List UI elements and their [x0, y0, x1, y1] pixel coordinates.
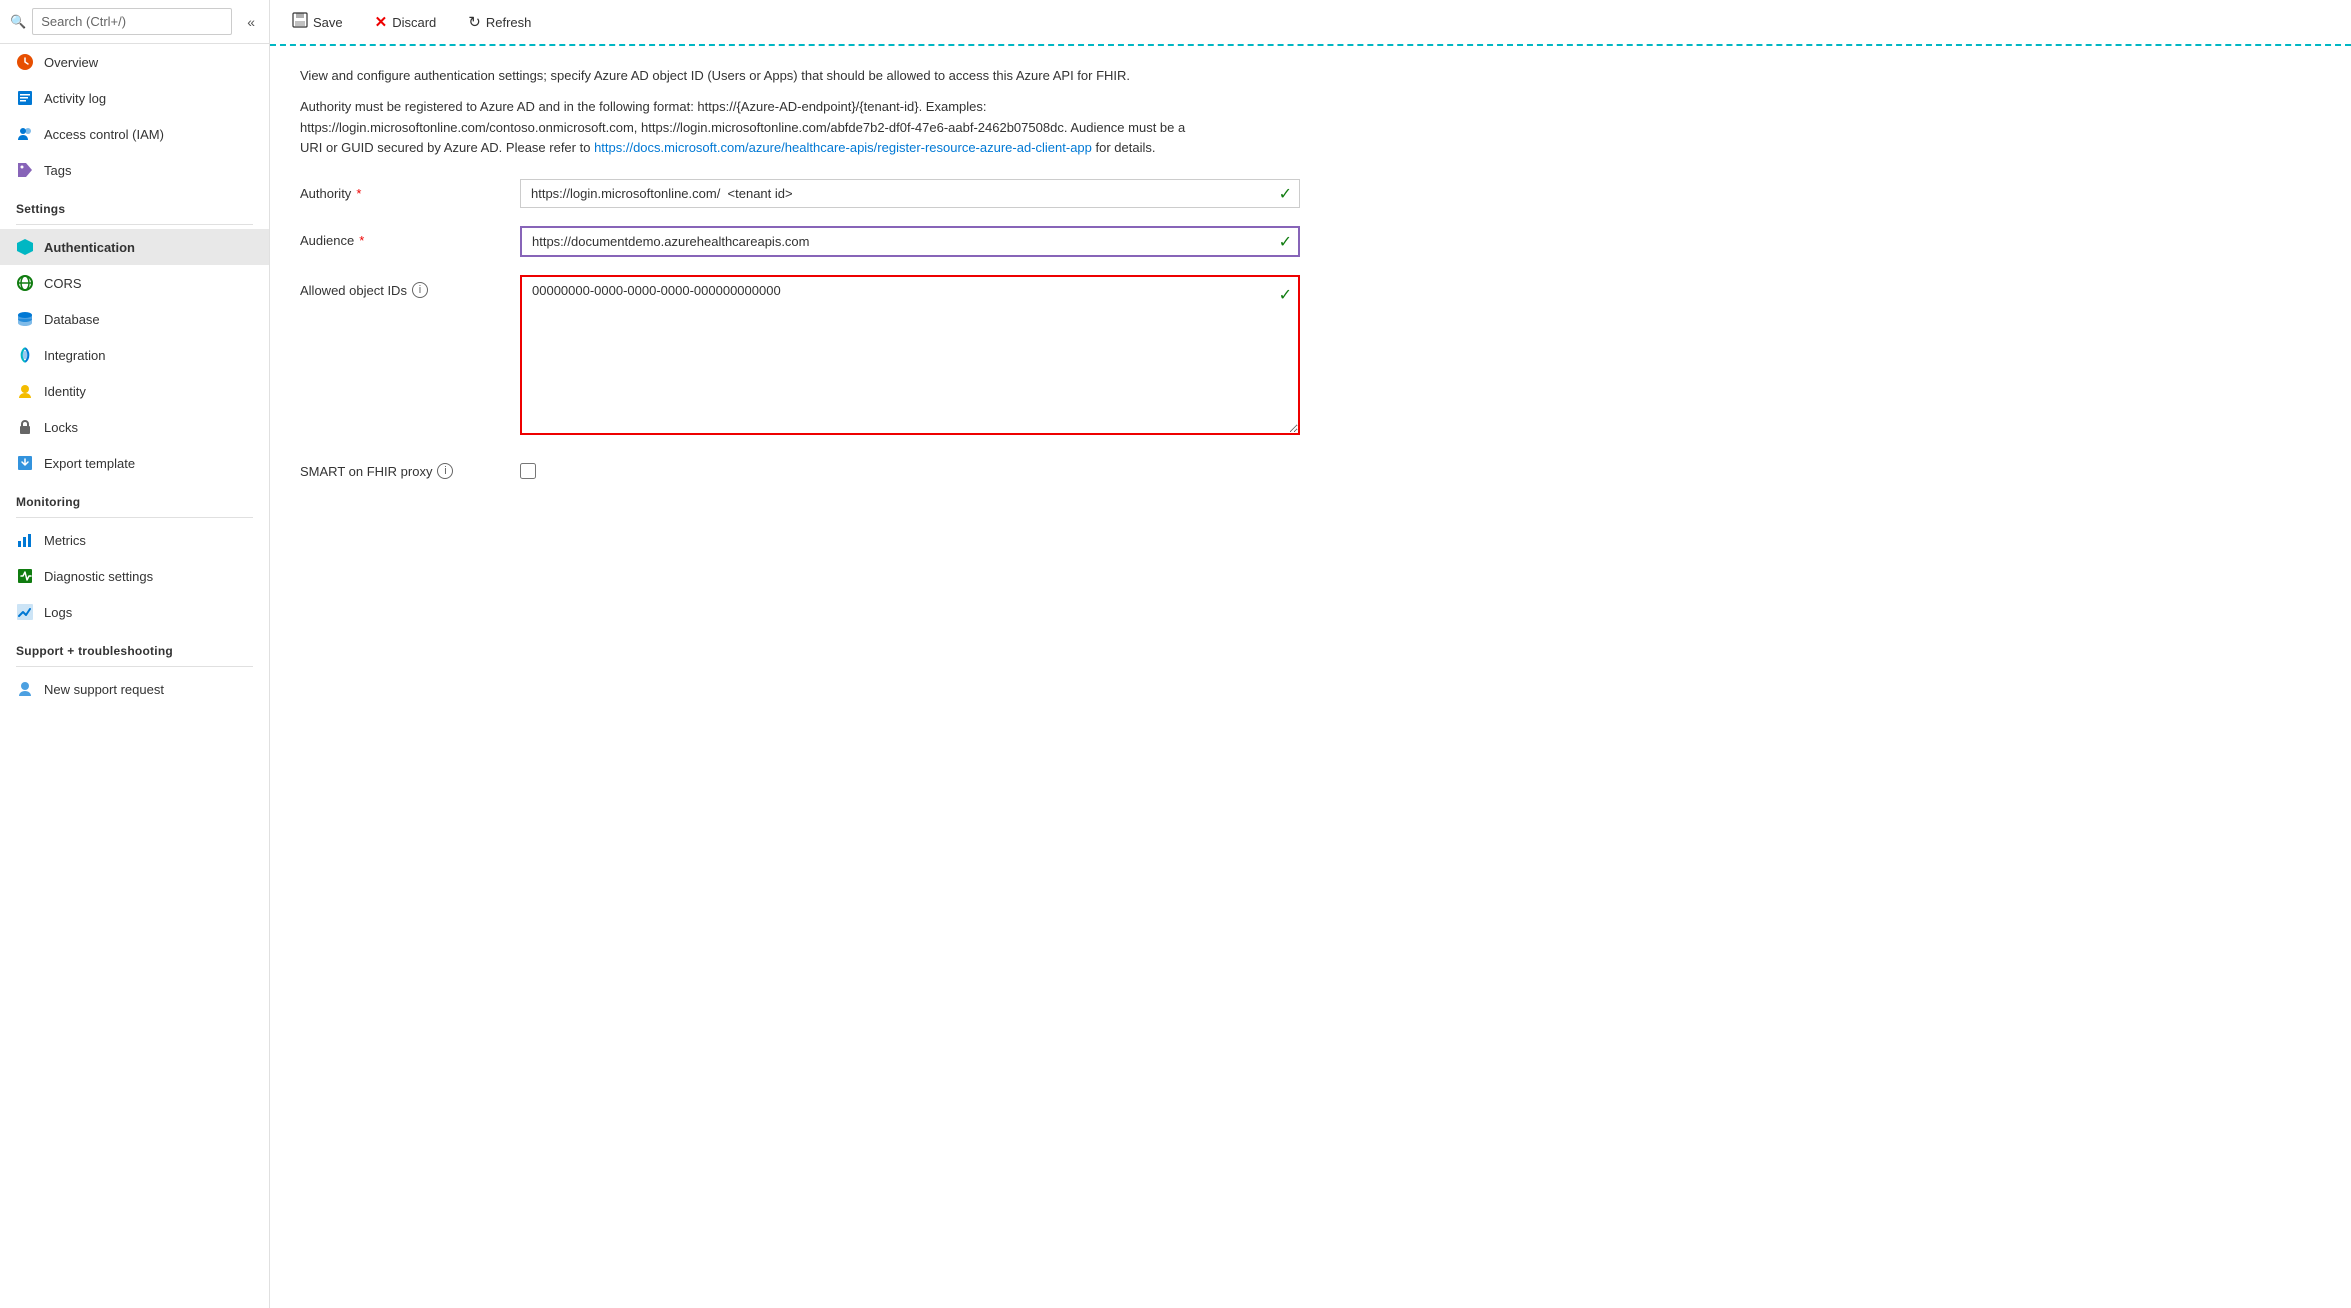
- nav-label-diagnostic-settings: Diagnostic settings: [44, 569, 153, 584]
- content-area: View and configure authentication settin…: [270, 46, 2351, 1308]
- toolbar: Save ✕ Discard ↻ Refresh: [270, 0, 2351, 46]
- authority-input-wrapper: ✓: [520, 179, 1300, 208]
- nav-logs[interactable]: Logs: [0, 594, 269, 630]
- discard-icon: ✕: [375, 13, 388, 31]
- smart-on-fhir-info-icon[interactable]: i: [437, 463, 453, 479]
- diagnostic-settings-icon: [16, 567, 34, 585]
- tags-icon: [16, 161, 34, 179]
- nav-label-export-template: Export template: [44, 456, 135, 471]
- form-section: Authority * ✓ Audience * ✓: [300, 179, 2321, 479]
- nav-label-logs: Logs: [44, 605, 72, 620]
- audience-check-icon: ✓: [1279, 232, 1292, 252]
- audience-input-wrapper: ✓: [520, 226, 1300, 257]
- search-icon: 🔍: [10, 14, 26, 30]
- allowed-object-ids-row: Allowed object IDs i 00000000-0000-0000-…: [300, 275, 2321, 438]
- support-divider: [16, 666, 253, 667]
- monitoring-divider: [16, 517, 253, 518]
- description-2-after: for details.: [1096, 140, 1156, 155]
- smart-on-fhir-checkbox[interactable]: [520, 463, 536, 479]
- refresh-label: Refresh: [486, 15, 532, 30]
- search-bar: 🔍 «: [0, 0, 269, 44]
- description-1: View and configure authentication settin…: [300, 66, 1200, 87]
- audience-label: Audience *: [300, 226, 520, 248]
- search-input[interactable]: [32, 8, 232, 35]
- description-2: Authority must be registered to Azure AD…: [300, 97, 1200, 159]
- save-button[interactable]: Save: [286, 8, 349, 36]
- nav-label-metrics: Metrics: [44, 533, 86, 548]
- nav-activity-log[interactable]: Activity log: [0, 80, 269, 116]
- authentication-icon: [16, 238, 34, 256]
- audience-input[interactable]: [520, 226, 1300, 257]
- locks-icon: [16, 418, 34, 436]
- main-content: Save ✕ Discard ↻ Refresh View and config…: [270, 0, 2351, 1308]
- discard-label: Discard: [392, 15, 436, 30]
- allowed-object-ids-textarea[interactable]: 00000000-0000-0000-0000-000000000000: [520, 275, 1300, 435]
- nav-identity[interactable]: Identity: [0, 373, 269, 409]
- nav-integration[interactable]: Integration: [0, 337, 269, 373]
- support-section-label: Support + troubleshooting: [0, 630, 269, 662]
- allowed-object-ids-info-icon[interactable]: i: [412, 282, 428, 298]
- nav-label-database: Database: [44, 312, 100, 327]
- access-control-icon: [16, 125, 34, 143]
- save-label: Save: [313, 15, 343, 30]
- save-icon: [292, 12, 308, 32]
- authority-input[interactable]: [520, 179, 1300, 208]
- authority-required: *: [356, 186, 361, 201]
- allowed-object-ids-check-icon: ✓: [1279, 285, 1292, 305]
- metrics-icon: [16, 531, 34, 549]
- nav-label-integration: Integration: [44, 348, 105, 363]
- allowed-object-ids-label: Allowed object IDs i: [300, 275, 520, 298]
- nav-metrics[interactable]: Metrics: [0, 522, 269, 558]
- cors-icon: [16, 274, 34, 292]
- collapse-button[interactable]: «: [243, 12, 259, 32]
- nav-access-control[interactable]: Access control (IAM): [0, 116, 269, 152]
- docs-link[interactable]: https://docs.microsoft.com/azure/healthc…: [594, 140, 1092, 155]
- new-support-request-icon: [16, 680, 34, 698]
- nav-database[interactable]: Database: [0, 301, 269, 337]
- audience-required: *: [359, 233, 364, 248]
- logs-icon: [16, 603, 34, 621]
- nav-tags[interactable]: Tags: [0, 152, 269, 188]
- authority-row: Authority * ✓: [300, 179, 2321, 208]
- nav-cors[interactable]: CORS: [0, 265, 269, 301]
- settings-divider: [16, 224, 253, 225]
- refresh-button[interactable]: ↻ Refresh: [462, 9, 537, 35]
- nav-label-locks: Locks: [44, 420, 78, 435]
- export-template-icon: [16, 454, 34, 472]
- integration-icon: [16, 346, 34, 364]
- nav-label-new-support-request: New support request: [44, 682, 164, 697]
- nav-label-tags: Tags: [44, 163, 71, 178]
- database-icon: [16, 310, 34, 328]
- allowed-object-ids-wrapper: 00000000-0000-0000-0000-000000000000 ✓: [520, 275, 1300, 438]
- smart-on-fhir-label: SMART on FHIR proxy i: [300, 456, 520, 479]
- discard-button[interactable]: ✕ Discard: [369, 9, 443, 35]
- authority-check-icon: ✓: [1279, 184, 1292, 204]
- nav-locks[interactable]: Locks: [0, 409, 269, 445]
- settings-section-label: Settings: [0, 188, 269, 220]
- sidebar: 🔍 « Overview Activity log Access control…: [0, 0, 270, 1308]
- smart-on-fhir-checkbox-wrapper: [520, 456, 536, 479]
- nav-label-authentication: Authentication: [44, 240, 135, 255]
- nav-label-cors: CORS: [44, 276, 82, 291]
- nav-new-support-request[interactable]: New support request: [0, 671, 269, 707]
- nav-label-overview: Overview: [44, 55, 98, 70]
- monitoring-section-label: Monitoring: [0, 481, 269, 513]
- identity-icon: [16, 382, 34, 400]
- nav-export-template[interactable]: Export template: [0, 445, 269, 481]
- nav-overview[interactable]: Overview: [0, 44, 269, 80]
- authority-label: Authority *: [300, 179, 520, 201]
- overview-icon: [16, 53, 34, 71]
- nav-label-activity-log: Activity log: [44, 91, 106, 106]
- nav-label-identity: Identity: [44, 384, 86, 399]
- smart-on-fhir-row: SMART on FHIR proxy i: [300, 456, 2321, 479]
- nav-diagnostic-settings[interactable]: Diagnostic settings: [0, 558, 269, 594]
- nav-authentication[interactable]: Authentication: [0, 229, 269, 265]
- nav-label-access-control: Access control (IAM): [44, 127, 164, 142]
- refresh-icon: ↻: [468, 13, 481, 31]
- activity-log-icon: [16, 89, 34, 107]
- audience-row: Audience * ✓: [300, 226, 2321, 257]
